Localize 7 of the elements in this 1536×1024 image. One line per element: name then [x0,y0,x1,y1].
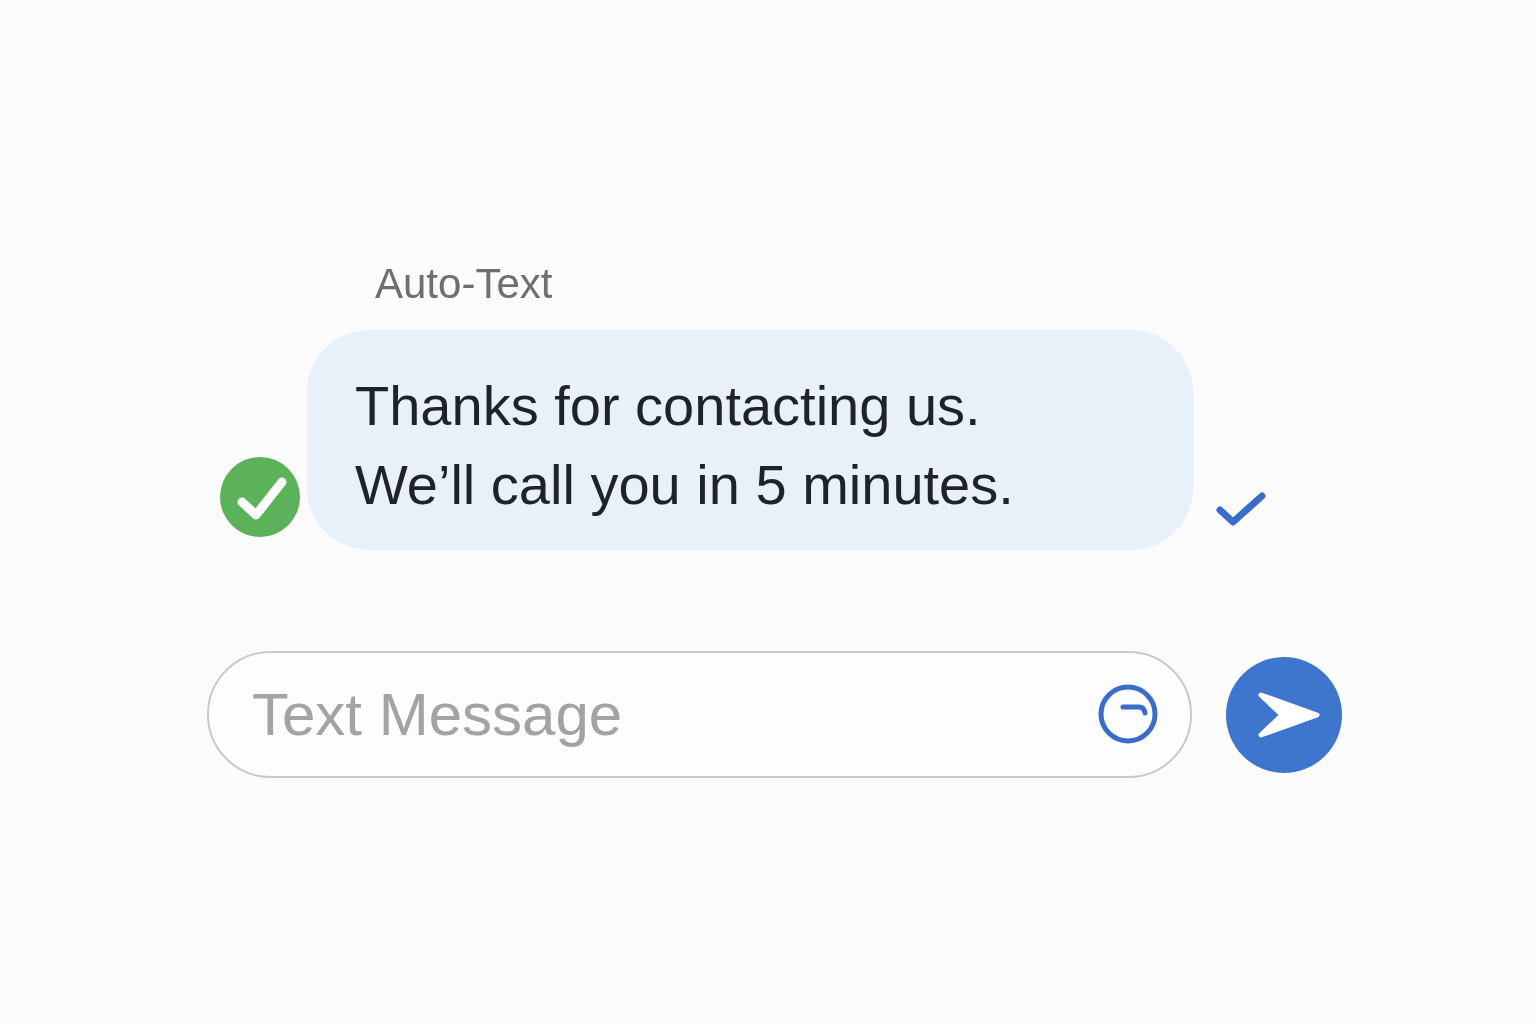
circle-icon[interactable] [1098,684,1158,744]
auto-text-label: Auto-Text [375,263,553,305]
message-input-field[interactable]: Text Message [207,651,1192,778]
message-text: We’ll call you in 5 minutes. [355,452,1014,518]
message-text: Thanks for contacting us. [355,373,981,439]
send-icon [1258,691,1320,738]
check-circle-icon [220,457,300,537]
